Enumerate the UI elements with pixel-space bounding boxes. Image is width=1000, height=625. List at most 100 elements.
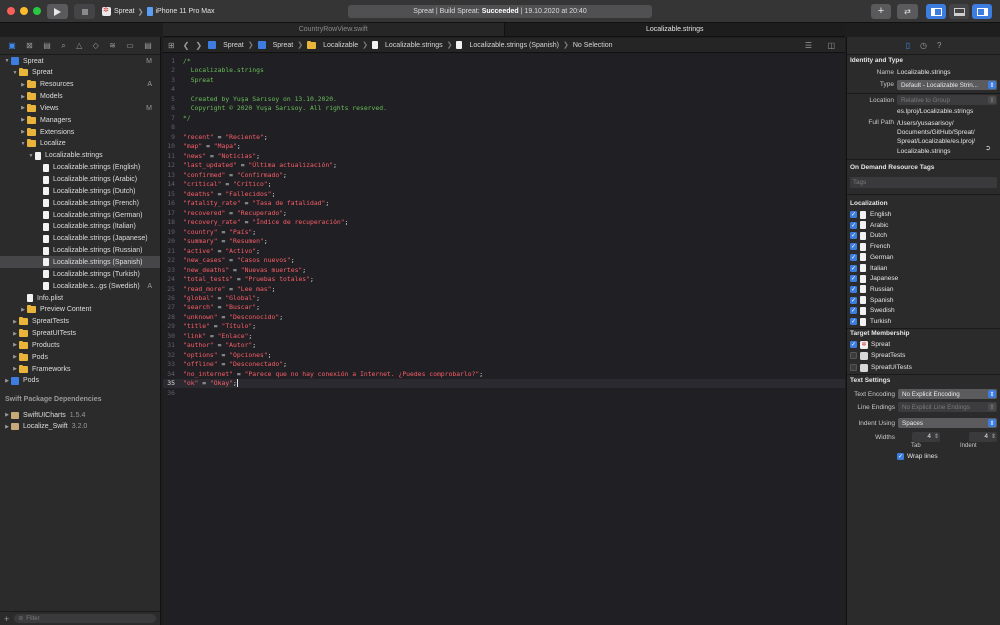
breadcrumb-item[interactable]: Localizable.strings (Spanish)	[456, 41, 559, 49]
code-line[interactable]: 17 "recovered" = "Recuperado";	[163, 208, 845, 218]
tree-row[interactable]: ▶ Resources A	[0, 79, 160, 91]
code-line[interactable]: 30 "link" = "Enlace";	[163, 331, 845, 341]
warning-icon[interactable]: △	[76, 41, 82, 50]
code-line[interactable]: 3 Spreat	[163, 75, 845, 85]
disclosure-open-icon[interactable]: ▼	[19, 141, 27, 147]
code-line[interactable]: 22 "new_cases" = "Casos nuevos";	[163, 255, 845, 265]
tree-row[interactable]: Localizable.strings (Arabic)	[0, 174, 160, 186]
code-line[interactable]: 26 "global" = "Global";	[163, 293, 845, 303]
encoding-popup[interactable]: No Explicit Encoding	[898, 389, 997, 399]
reveal-in-finder-icon[interactable]: ➲	[985, 144, 991, 152]
tree-row[interactable]: ▶ Preview Content	[0, 304, 160, 316]
tags-input[interactable]: Tags	[850, 177, 997, 188]
code-line[interactable]: 2 Localizable.strings	[163, 65, 845, 75]
disclosure-closed-icon[interactable]: ▶	[3, 424, 11, 430]
tree-row[interactable]: ▶ Frameworks	[0, 363, 160, 375]
tree-row[interactable]: ▶ Pods	[0, 375, 160, 387]
close-window-button[interactable]	[7, 7, 15, 15]
tree-row[interactable]: ▼ Spreat M	[0, 55, 160, 67]
code-line[interactable]: 20 "summary" = "Resumen";	[163, 236, 845, 246]
breadcrumb-item[interactable]: Spreat	[208, 41, 244, 49]
code-line[interactable]: 16 "fatality_rate" = "Tasa de fatalidad";	[163, 198, 845, 208]
add-icon[interactable]: +	[4, 614, 9, 624]
code-line[interactable]: 5 Created by Yuşa Sarısoy on 13.10.2020.	[163, 94, 845, 104]
tree-row[interactable]: ▶ Models	[0, 91, 160, 103]
breakpoint-icon[interactable]: ▭	[126, 41, 134, 50]
tree-row[interactable]: Localizable.strings (Japanese)	[0, 233, 160, 245]
localization-checkbox[interactable]: ✓	[850, 296, 857, 304]
breadcrumb-item[interactable]: Localizable	[307, 40, 358, 49]
code-line[interactable]: 12 "last_updated" = "Última actualización…	[163, 160, 845, 170]
localization-checkbox[interactable]: ✓	[850, 253, 857, 261]
localization-checkbox[interactable]: ✓	[850, 285, 857, 293]
code-line[interactable]: 7 */	[163, 113, 845, 123]
tree-row[interactable]: ▶ Views M	[0, 102, 160, 114]
split-editor-icon[interactable]: ◫	[827, 41, 835, 50]
line-endings-popup[interactable]: No Explicit Line Endings	[898, 402, 997, 412]
tree-row[interactable]: Localizable.strings (Italian)	[0, 221, 160, 233]
breadcrumb-item[interactable]: No Selection	[573, 42, 613, 49]
localization-checkbox[interactable]: ✓	[850, 318, 857, 325]
tree-row[interactable]: ▶ Pods	[0, 351, 160, 363]
back-arrow-icon[interactable]: ❮	[183, 41, 190, 50]
related-items-icon[interactable]: ⊞	[168, 41, 175, 50]
tree-row[interactable]: Localizable.strings (Turkish)	[0, 268, 160, 280]
indent-width-stepper[interactable]: 4	[969, 432, 997, 442]
zoom-window-button[interactable]	[33, 7, 41, 15]
code-line[interactable]: 31 "author" = "Autor";	[163, 341, 845, 351]
localization-checkbox[interactable]: ✓	[850, 211, 857, 218]
code-line[interactable]: 24 "total_tests" = "Pruebas totales";	[163, 274, 845, 284]
tree-row[interactable]: Localizable.strings (French)	[0, 197, 160, 209]
tree-row[interactable]: ▶ Products	[0, 339, 160, 351]
disclosure-closed-icon[interactable]: ▶	[11, 342, 19, 348]
tree-row[interactable]: ▼ Spreat	[0, 67, 160, 79]
debug-icon[interactable]: ≋	[109, 41, 116, 50]
disclosure-open-icon[interactable]: ▼	[27, 153, 35, 159]
library-button[interactable]: +	[871, 4, 891, 19]
disclosure-closed-icon[interactable]: ▶	[19, 129, 27, 135]
code-line[interactable]: 4	[163, 84, 845, 94]
localization-checkbox[interactable]: ✓	[850, 232, 857, 240]
type-popup[interactable]: Default - Localizable Strin...	[897, 80, 997, 90]
code-review-button[interactable]: ⇄	[897, 4, 918, 19]
target-checkbox[interactable]	[850, 352, 857, 360]
breadcrumb-item[interactable]: Spreat	[257, 41, 293, 49]
toggle-debug-area-button[interactable]	[949, 4, 969, 19]
tree-row[interactable]: Localizable.strings (Dutch)	[0, 185, 160, 197]
disclosure-closed-icon[interactable]: ▶	[11, 331, 19, 337]
toggle-navigator-button[interactable]	[926, 4, 946, 19]
code-line[interactable]: 18 "recovery_rate" = "Índice de recuperac…	[163, 217, 845, 227]
tree-row[interactable]: ▶ Extensions	[0, 126, 160, 138]
disclosure-closed-icon[interactable]: ▶	[3, 378, 11, 384]
target-checkbox[interactable]: ✓	[850, 341, 857, 348]
code-line[interactable]: 33 "offline" = "Desconectado";	[163, 360, 845, 370]
code-line[interactable]: 13 "confirmed" = "Confirmado";	[163, 170, 845, 180]
target-checkbox[interactable]	[850, 363, 857, 371]
history-icon[interactable]: ◷	[920, 41, 927, 50]
tree-row[interactable]: Localizable.s...gs (Swedish) A	[0, 280, 160, 292]
filter-input[interactable]: ⊜ Filter	[14, 614, 156, 623]
disclosure-closed-icon[interactable]: ▶	[19, 94, 27, 100]
symbol-icon[interactable]: ▤	[43, 41, 51, 50]
tab-countryrowview[interactable]: CountryRowView.swift	[163, 23, 504, 36]
test-icon[interactable]: ◇	[93, 41, 99, 50]
localization-checkbox[interactable]: ✓	[850, 264, 857, 272]
wrap-lines-checkbox[interactable]: ✓	[897, 453, 904, 460]
code-line[interactable]: 32 "options" = "Opciones";	[163, 350, 845, 360]
package-row[interactable]: ▶ Localize_Swift 3.2.0	[0, 421, 160, 433]
disclosure-closed-icon[interactable]: ▶	[19, 105, 27, 111]
source-control-icon[interactable]: ⊠	[26, 41, 33, 50]
tree-row[interactable]: ▶ SpreatUITests	[0, 328, 160, 340]
tree-row[interactable]: Localizable.strings (English)	[0, 162, 160, 174]
file-inspector-icon[interactable]: ▯	[906, 41, 910, 50]
toggle-inspector-button[interactable]	[972, 4, 992, 19]
code-line[interactable]: 10 "map" = "Mapa";	[163, 141, 845, 151]
location-popup[interactable]: Relative to Group	[897, 95, 997, 105]
disclosure-closed-icon[interactable]: ▶	[19, 307, 27, 313]
localization-checkbox[interactable]: ✓	[850, 221, 857, 229]
tree-row[interactable]: Localizable.strings (Spanish)	[0, 256, 160, 269]
code-line[interactable]: 35 "ok" = "Okay";	[163, 378, 845, 389]
localization-checkbox[interactable]: ✓	[850, 243, 857, 251]
localization-checkbox[interactable]: ✓	[850, 307, 857, 315]
code-line[interactable]: 29 "title" = "Título";	[163, 322, 845, 332]
